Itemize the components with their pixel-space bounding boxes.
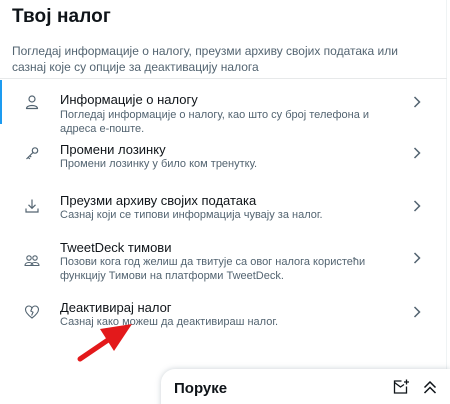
new-message-icon[interactable]	[392, 378, 410, 396]
messages-drawer[interactable]: Поруке	[161, 369, 450, 404]
item-description: Погледај информације о налогу, као што с…	[60, 109, 370, 135]
item-title: Промени лозинку	[60, 142, 166, 157]
chevron-right-icon	[413, 306, 421, 318]
settings-item-change-password[interactable]: Промени лозинку Промени лозинку у било к…	[0, 138, 447, 194]
settings-item-account-information[interactable]: Информације о налогу Погледај информациј…	[0, 82, 447, 138]
chevron-right-icon	[413, 200, 421, 212]
key-icon	[26, 147, 39, 160]
account-settings-panel: Твој налог Погледај информације о налогу…	[0, 0, 447, 404]
item-title: TweetDeck тимови	[60, 240, 172, 255]
chevron-right-icon	[413, 147, 421, 159]
download-icon	[25, 199, 39, 213]
people-icon	[24, 255, 40, 267]
annotation-arrow-icon	[77, 324, 132, 362]
settings-item-tweetdeck-teams[interactable]: TweetDeck тимови Позови кога год желиш д…	[0, 236, 447, 292]
chevron-right-icon	[413, 252, 421, 264]
page-title: Твој налог	[12, 6, 111, 27]
item-title: Деактивирај налог	[60, 300, 172, 315]
header-divider	[0, 78, 447, 79]
page-description: Погледај информације о налогу, преузми а…	[12, 44, 398, 74]
item-description: Позови кога год желиш да твитује са овог…	[60, 256, 366, 282]
double-chevron-up-icon[interactable]	[421, 378, 439, 396]
item-description: Сазнај који се типови информација чувају…	[60, 209, 323, 221]
item-description: Промени лозинку у било ком тренутку.	[60, 158, 258, 170]
person-icon	[25, 95, 39, 110]
item-title: Информације о налогу	[60, 92, 198, 107]
broken-heart-icon	[24, 305, 40, 319]
settings-item-deactivate-account[interactable]: Деактивирај налог Сазнај како можеш да д…	[0, 292, 447, 348]
chevron-right-icon	[413, 96, 421, 108]
messages-title: Поруке	[174, 380, 228, 397]
item-title: Преузми архиву својих података	[60, 193, 257, 208]
